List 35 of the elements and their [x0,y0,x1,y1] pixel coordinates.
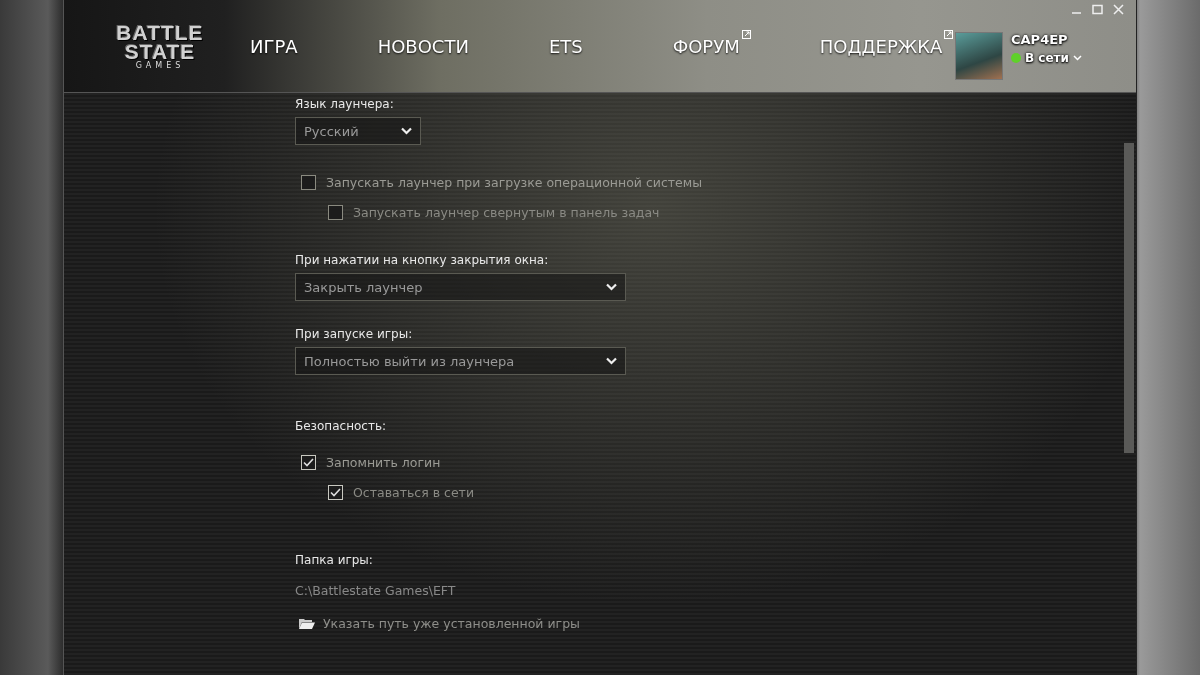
section-label: Безопасность: [295,419,388,433]
checkbox-label: Оставаться в сети [353,484,474,500]
game-start-select[interactable]: Полностью выйти из лаунчера [295,347,626,375]
close-action-select[interactable]: Закрыть лаунчер [295,273,626,301]
checkbox[interactable] [301,454,316,470]
checkbox-label: Запомнить логин [326,454,441,470]
section-label: При нажатии на кнопку закрытия окна: [295,253,550,267]
nav-link[interactable]: ПОДДЕРЖКА [819,31,943,61]
nav-link[interactable]: ИГРА [250,31,298,61]
chevron-down-icon [606,357,617,365]
language-select[interactable]: Русский [295,117,421,145]
checkbox[interactable] [301,174,316,190]
folder-path: C:\Battlestate Games\EFT [295,583,457,598]
scrollbar-thumb[interactable] [1124,143,1134,453]
chevron-down-icon [606,283,617,291]
section-label: Папка игры: [295,553,374,567]
username: САР4ЕР [1011,32,1069,47]
status-dropdown[interactable]: В сети [1025,51,1082,65]
nav-link[interactable]: ETS [548,31,583,61]
chevron-down-icon [1072,55,1082,61]
nav-link[interactable]: НОВОСТИ [377,31,469,61]
maximize-icon[interactable] [1092,4,1103,15]
avatar-placeholder [955,32,1003,80]
close-icon[interactable] [1113,4,1124,15]
section-label: При запуске игры: [295,327,414,341]
checkbox[interactable] [328,484,343,500]
checkbox[interactable] [328,204,343,220]
logo: BATTLE STATE GAMES [115,22,205,70]
checkbox-label: Запускать лаунчер при загрузке операционной системы [326,174,703,190]
section-label: Язык лаунчера: [295,97,395,111]
nav-link[interactable]: ФОРУМ [672,31,740,61]
browse-folder-link[interactable]: Указать путь уже установленной игры [299,616,703,631]
chevron-down-icon [401,127,412,135]
folder-icon [299,618,315,629]
checkbox-label: Запускать лаунчер свернутым в панель задач [353,204,660,220]
